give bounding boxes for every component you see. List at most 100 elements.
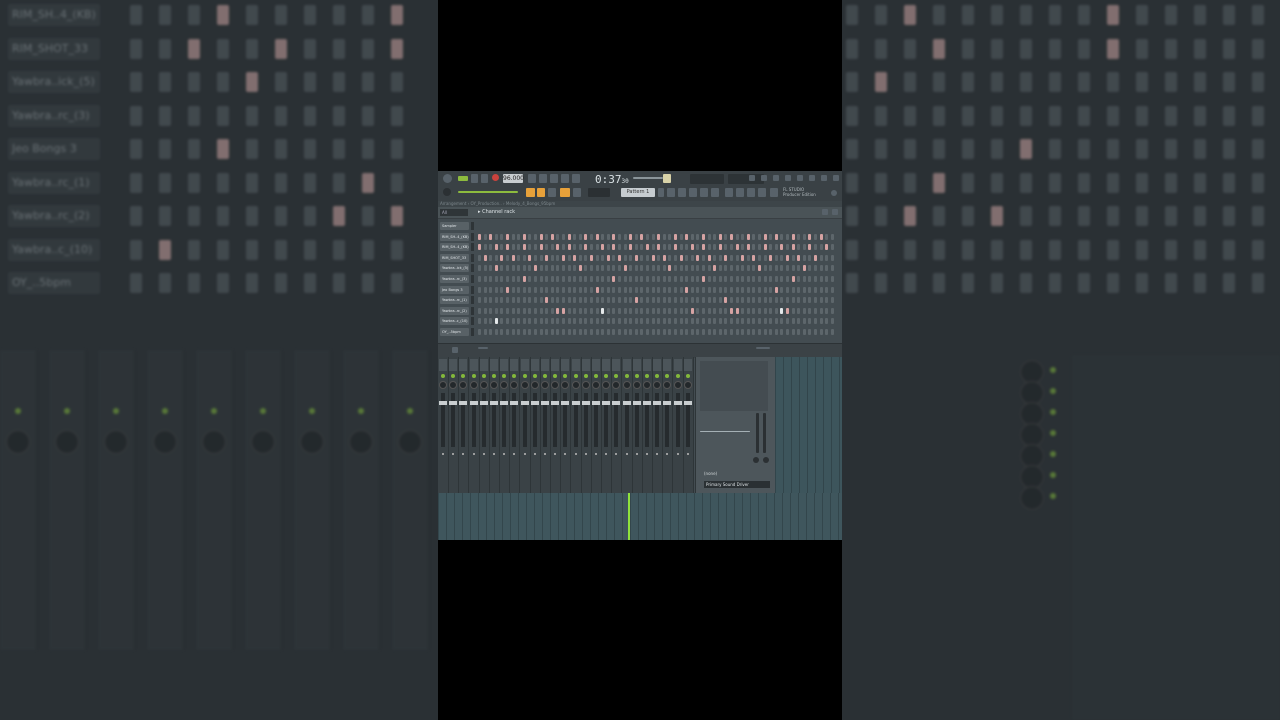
step-button[interactable] [690,318,694,325]
step-button[interactable] [528,244,532,251]
mixer-pan-knob[interactable] [439,381,447,389]
step-button[interactable] [657,254,661,261]
step-button[interactable] [780,244,784,251]
step-button[interactable] [550,318,554,325]
step-button[interactable] [702,254,705,261]
step-button[interactable] [606,244,610,251]
step-button[interactable] [769,318,773,325]
mixer-track-name[interactable] [592,359,600,371]
step-button[interactable] [674,233,677,240]
step-button[interactable] [769,276,773,282]
step-button[interactable] [707,276,711,282]
step-button[interactable] [478,307,481,314]
step-button[interactable] [741,318,745,325]
step-button[interactable] [690,233,694,240]
step-button[interactable] [735,244,739,251]
step-button[interactable] [769,297,773,304]
step-button[interactable] [517,318,521,325]
step-button[interactable] [629,276,633,282]
step-button[interactable] [662,254,666,261]
mixer-route-dot[interactable] [513,453,516,455]
step-button[interactable] [713,233,717,240]
step-button[interactable] [668,265,672,272]
step-button[interactable] [730,233,733,240]
news-icon[interactable] [831,190,837,196]
step-button[interactable] [662,276,666,282]
step-button[interactable] [640,265,644,272]
mixer-route-dot[interactable] [523,453,526,455]
step-button[interactable] [489,307,493,314]
step-button[interactable] [814,254,817,261]
step-button[interactable] [634,286,638,293]
mixer-fader-cap[interactable] [520,401,529,405]
step-button[interactable] [606,286,610,293]
channel-name-button[interactable]: Yawbra..rc_(3) [440,275,469,283]
step-button[interactable] [780,318,784,325]
step-button[interactable] [791,233,795,240]
step-button[interactable] [506,276,509,282]
mixer-track-led[interactable] [665,374,670,378]
step-button[interactable] [696,254,700,261]
step-button[interactable] [618,307,621,314]
mixer-route-dot[interactable] [564,453,567,455]
step-button[interactable] [590,276,593,282]
step-button[interactable] [797,276,801,282]
step-button[interactable] [741,244,745,251]
mixer-pan-knob[interactable] [632,381,641,389]
step-button[interactable] [584,244,588,251]
channel-name-button[interactable]: RIM_SH..4_(KB) [440,232,469,241]
step-button[interactable] [612,329,616,335]
mixer-track-name[interactable] [663,359,672,371]
step-button[interactable] [735,297,739,304]
step-button[interactable] [668,276,672,282]
step-button[interactable] [478,276,481,282]
mixer-route-dot[interactable] [625,453,628,455]
step-button[interactable] [494,297,498,304]
step-button[interactable] [489,244,493,251]
step-button[interactable] [646,329,649,335]
step-button[interactable] [545,318,549,325]
step-button[interactable] [483,276,487,282]
step-button[interactable] [774,329,778,335]
mixer-pan-knob[interactable] [459,381,468,389]
add-channel-icon[interactable] [452,347,458,353]
mixer-pan-knob[interactable] [469,381,478,389]
step-button[interactable] [573,233,577,240]
step-button[interactable] [640,297,644,304]
step-button[interactable] [707,254,711,261]
step-button[interactable] [623,307,627,314]
mixer-route-dot[interactable] [686,453,689,455]
mixer-route-dot[interactable] [472,453,475,455]
step-button[interactable] [584,318,588,325]
mixer-fader-cap[interactable] [663,401,672,405]
snap-select[interactable] [588,188,610,197]
step-button[interactable] [522,318,526,325]
step-button[interactable] [774,318,778,325]
mixer-route-dot[interactable] [574,453,577,455]
step-button[interactable] [634,307,638,314]
step-button[interactable] [808,318,812,325]
step-button[interactable] [634,297,638,304]
mixer-track-led[interactable] [553,374,558,378]
step-button[interactable] [606,318,610,325]
step-button[interactable] [646,297,649,304]
mixer-pan-knob[interactable] [622,381,631,389]
mixer-track-led[interactable] [461,374,466,378]
mixer-track-name[interactable] [643,359,651,371]
step-button[interactable] [830,286,834,293]
step-button[interactable] [786,307,789,314]
step-button[interactable] [802,318,806,325]
mixer-fader-cap[interactable] [530,401,539,405]
step-button[interactable] [797,233,801,240]
mixer-track-name[interactable] [510,359,519,371]
pattern-selector[interactable]: Pattern 1 [621,188,655,197]
step-button[interactable] [685,307,689,314]
mixer-pan-knob[interactable] [479,381,488,389]
step-button[interactable] [702,297,705,304]
step-button[interactable] [791,286,795,293]
mixer-track-name[interactable] [479,359,488,371]
step-button[interactable] [534,254,537,261]
step-button[interactable] [730,265,733,272]
mixer-track-name[interactable] [632,359,641,371]
fx-pan-fader[interactable] [763,413,766,453]
